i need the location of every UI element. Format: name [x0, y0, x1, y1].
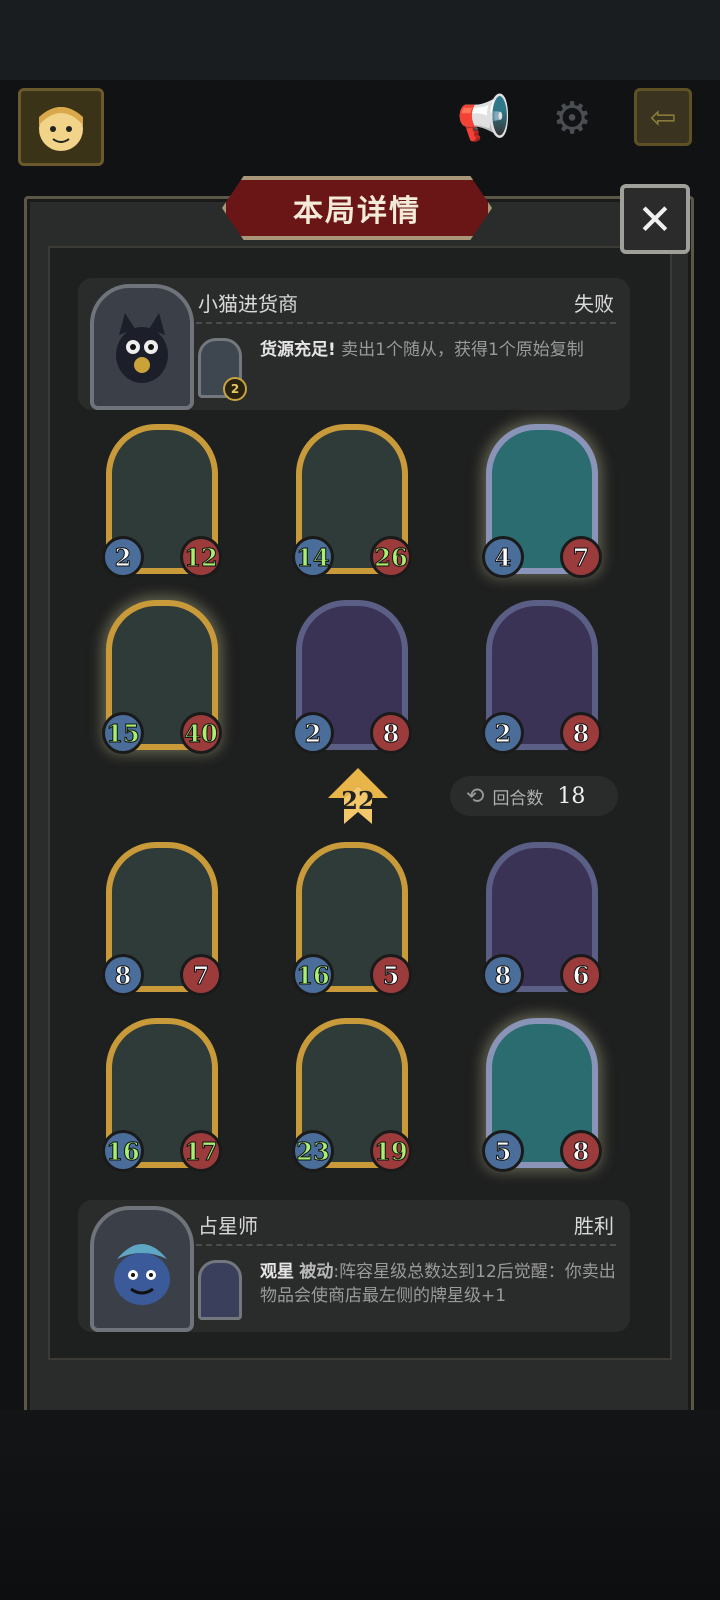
opponent-skill-title: 货源充足!: [260, 340, 336, 360]
minion-art: [498, 436, 586, 546]
cat-icon: [116, 313, 168, 383]
minion-art: [118, 612, 206, 722]
player-hero-row: 占星师 胜利 观星 被动:阵容星级总数达到12后觉醒：你卖出物品会使商店最左侧的…: [78, 1200, 630, 1332]
minion-art: [498, 854, 586, 964]
minion-card[interactable]: 28: [292, 600, 412, 754]
minion-card[interactable]: 15 40: [102, 600, 222, 754]
divider: [196, 1244, 616, 1246]
attack-stat: 16: [292, 954, 334, 996]
rank-value: 22: [341, 785, 375, 815]
player-result: 胜利: [574, 1214, 614, 1238]
minion-card[interactable]: 87: [102, 842, 222, 996]
health-stat: 5: [370, 954, 412, 996]
refresh-icon: ⟲: [466, 783, 485, 809]
minion-card[interactable]: 16 5: [292, 842, 412, 996]
minion-art: [308, 1030, 396, 1140]
attack-stat: 5: [482, 1130, 524, 1172]
minion-card[interactable]: 58: [482, 1018, 602, 1172]
round-value: 18: [557, 783, 586, 809]
player-avatar[interactable]: [18, 88, 104, 166]
opponent-hero-row: 小猫进货商 失败 2 货源充足! 卖出1个随从，获得1个原始复制: [78, 278, 630, 410]
minion-art: [118, 436, 206, 546]
attack-stat: 23: [292, 1130, 334, 1172]
minion-card[interactable]: 28: [482, 600, 602, 754]
opponent-result: 失败: [574, 292, 614, 316]
health-stat: 7: [180, 954, 222, 996]
round-counter: ⟲ 回合数 18: [450, 776, 618, 816]
health-stat: 6: [560, 954, 602, 996]
player-skill-name: 观星: [260, 1262, 294, 1282]
exit-icon[interactable]: ⇦: [634, 88, 692, 146]
minion-art: [118, 1030, 206, 1140]
health-stat: 8: [370, 712, 412, 754]
health-stat: 7: [560, 536, 602, 578]
avatar-face-icon: [39, 107, 83, 151]
minion-card[interactable]: 23 19: [292, 1018, 412, 1172]
attack-stat: 14: [292, 536, 334, 578]
round-label: 回合数: [492, 788, 544, 809]
health-stat: 19: [370, 1130, 412, 1172]
minion-art: [498, 1030, 586, 1140]
attack-stat: 2: [482, 712, 524, 754]
health-stat: 12: [180, 536, 222, 578]
attack-stat: 2: [102, 536, 144, 578]
attack-stat: 8: [102, 954, 144, 996]
minion-card[interactable]: 86: [482, 842, 602, 996]
minion-art: [498, 612, 586, 722]
gear-icon[interactable]: ⚙: [540, 88, 604, 148]
health-stat: 8: [560, 712, 602, 754]
player-skill-desc: 观星 被动:阵容星级总数达到12后觉醒：你卖出物品会使商店最左侧的牌星级+1: [260, 1260, 620, 1308]
minion-card[interactable]: 14 26: [292, 424, 412, 578]
minion-art: [308, 854, 396, 964]
attack-stat: 4: [482, 536, 524, 578]
astrologer-icon: [114, 1244, 170, 1305]
health-stat: 8: [560, 1130, 602, 1172]
megaphone-icon[interactable]: 📢: [452, 88, 516, 148]
minion-art: [308, 436, 396, 546]
bottom-background: [0, 1410, 720, 1600]
minion-card[interactable]: 16 17: [102, 1018, 222, 1172]
divider: [196, 322, 616, 324]
top-background: [0, 0, 720, 80]
health-stat: 40: [180, 712, 222, 754]
minion-art: [118, 854, 206, 964]
player-name: 占星师: [198, 1214, 258, 1238]
attack-stat: 2: [292, 712, 334, 754]
close-button[interactable]: ✕: [620, 184, 690, 254]
panel-title: 本局详情: [293, 194, 421, 229]
cat-merchant-portrait[interactable]: [90, 284, 194, 410]
health-stat: 17: [180, 1130, 222, 1172]
minion-art: [308, 612, 396, 722]
minion-card[interactable]: 2 12: [102, 424, 222, 578]
minion-card[interactable]: 47: [482, 424, 602, 578]
player-skill-type: 被动: [299, 1262, 334, 1282]
health-stat: 26: [370, 536, 412, 578]
opponent-skill-item[interactable]: 2: [198, 338, 247, 401]
astrologer-portrait[interactable]: [90, 1206, 194, 1332]
attack-stat: 15: [102, 712, 144, 754]
attack-stat: 8: [482, 954, 524, 996]
opponent-name: 小猫进货商: [198, 292, 298, 316]
rank-badge: 22: [326, 768, 390, 824]
opponent-skill-text: 卖出1个随从，获得1个原始复制: [341, 340, 584, 360]
opponent-skill-desc: 货源充足! 卖出1个随从，获得1个原始复制: [260, 338, 620, 362]
player-skill-item[interactable]: [198, 1260, 242, 1320]
attack-stat: 16: [102, 1130, 144, 1172]
close-icon: ✕: [637, 194, 673, 244]
panel-title-plate: 本局详情: [222, 176, 492, 240]
item-level-badge: 2: [223, 377, 247, 401]
